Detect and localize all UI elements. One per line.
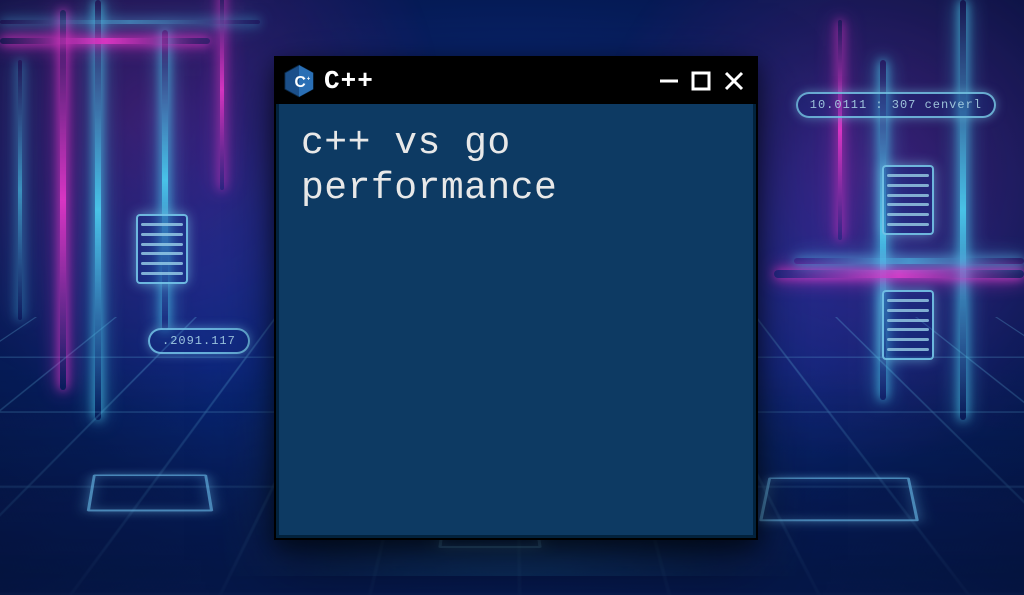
window-controls bbox=[658, 69, 746, 93]
neon-line bbox=[162, 30, 168, 330]
close-button[interactable] bbox=[722, 69, 746, 93]
neon-line bbox=[18, 60, 22, 320]
body-text: c++ vs go performance bbox=[301, 122, 557, 210]
svg-text:+: + bbox=[307, 76, 311, 82]
window-body: c++ vs go performance bbox=[276, 104, 756, 538]
neon-line bbox=[0, 20, 260, 24]
neon-line bbox=[60, 10, 66, 390]
window-title: C++ bbox=[324, 66, 374, 96]
titlebar[interactable]: C + + C++ bbox=[276, 58, 756, 104]
neon-line bbox=[838, 20, 842, 240]
svg-text:+: + bbox=[302, 76, 306, 82]
chip-decor bbox=[882, 165, 934, 235]
minimize-button[interactable] bbox=[658, 70, 680, 92]
neon-line bbox=[960, 0, 966, 420]
neon-line bbox=[95, 0, 101, 420]
neon-line bbox=[220, 0, 224, 190]
chip-decor bbox=[882, 290, 934, 360]
floor-square bbox=[87, 475, 214, 512]
floor-square bbox=[759, 477, 919, 521]
pill-label-left: .2091.117 bbox=[148, 328, 250, 354]
neon-line bbox=[0, 38, 210, 44]
cpp-logo-icon: C + + bbox=[284, 64, 314, 98]
pill-label-right: 10.0111 : 307 cenverl bbox=[796, 92, 996, 118]
chip-decor bbox=[136, 214, 188, 284]
neon-line bbox=[774, 270, 1024, 278]
maximize-button[interactable] bbox=[690, 70, 712, 92]
neon-line bbox=[794, 258, 1024, 264]
app-window: C + + C++ c++ vs go performance bbox=[274, 56, 758, 540]
